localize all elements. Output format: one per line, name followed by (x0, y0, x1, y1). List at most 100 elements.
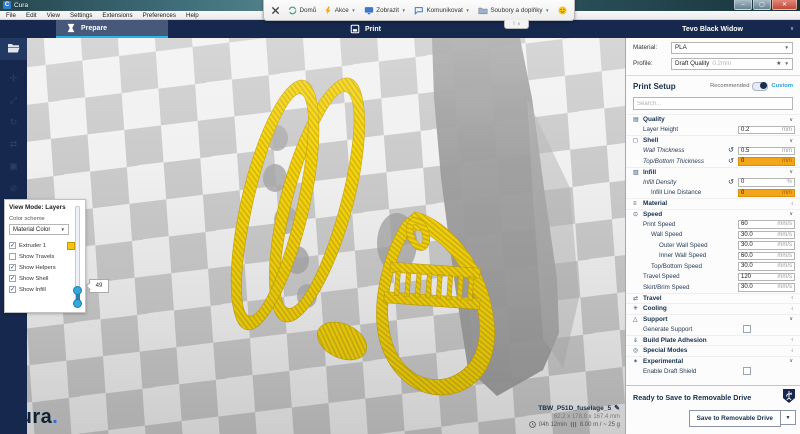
chevron-down-icon: ▼ (545, 8, 549, 13)
chevron-left-icon: ‹ (791, 201, 793, 207)
minimize-button[interactable]: – (734, 0, 752, 10)
setting-row-wall-speed: Wall Speed30.0mm/s (626, 230, 800, 241)
cooling-section-icon: ✳ (633, 305, 643, 312)
reset-to-default-icon[interactable]: ↺ (728, 178, 734, 186)
star-icon[interactable]: ★ (776, 60, 781, 67)
print-setup-header: Print Setup Recommended Custom (633, 79, 793, 93)
setting-row-enable-draft-shield: Enable Draft Shield (626, 366, 800, 377)
print-icon (350, 24, 360, 34)
recommended-label: Recommended (710, 83, 749, 89)
checkbox-enable-draft-shield[interactable] (743, 367, 751, 375)
menu-view[interactable]: View (47, 12, 60, 19)
removable-drive-icon (782, 388, 796, 409)
tab-prepare[interactable]: Prepare (56, 20, 168, 38)
reset-to-default-icon[interactable]: ↺ (728, 157, 734, 165)
setting-row-top-bottom-thickness: Top/Bottom Thickness↺0mm (626, 156, 800, 167)
section-travel[interactable]: ⇄Travel‹ (626, 293, 800, 304)
menu-settings[interactable]: Settings (70, 12, 92, 19)
output-device-dropdown[interactable]: ▼ (781, 410, 796, 425)
mirror-tool[interactable]: ⇄ (0, 133, 27, 155)
input-inner-wall-speed[interactable]: 60.0mm/s (738, 252, 795, 261)
section-shell[interactable]: ◻Shell∨ (626, 135, 800, 146)
remote-toolbar-collapse[interactable]: ⁞⁞∧ (504, 20, 529, 29)
input-print-speed[interactable]: 60mm/s (738, 220, 795, 229)
input-wall-thickness[interactable]: 0.5mm (738, 147, 795, 156)
checkbox-extruder-1[interactable]: ✓ (9, 242, 16, 249)
per-model-settings-tool[interactable]: ▣ (0, 155, 27, 177)
close-button[interactable]: ✕ (772, 0, 797, 10)
section-quality[interactable]: ▤Quality∨ (626, 114, 800, 125)
search-input[interactable] (634, 101, 792, 107)
scale-tool[interactable]: ⤢ (0, 89, 27, 111)
checkbox-show-shell[interactable]: ✓ (9, 275, 16, 282)
section-infill[interactable]: ▨Infill∨ (626, 167, 800, 178)
section-material[interactable]: ≡Material‹ (626, 198, 800, 209)
section-cooling[interactable]: ✳Cooling‹ (626, 303, 800, 314)
viewport-3d[interactable] (27, 38, 625, 434)
input-infill-density[interactable]: 0% (738, 178, 795, 187)
komunikovat-button[interactable]: Komunikovat▼ (414, 6, 470, 15)
color-scheme-select[interactable]: Material Color ▼ (9, 224, 69, 235)
section-special-modes[interactable]: ◎Special Modes‹ (626, 345, 800, 356)
layer-range-slider[interactable] (73, 206, 80, 304)
input-top-bottom-thickness[interactable]: 0mm (738, 157, 795, 166)
special-section-icon: ◎ (633, 347, 643, 354)
open-file-tool[interactable] (0, 38, 27, 60)
input-outer-wall-speed[interactable]: 30.0mm/s (738, 241, 795, 250)
menu-file[interactable]: File (6, 12, 16, 19)
dom-button[interactable]: Domů (288, 6, 316, 15)
chevron-down-icon: ∨ (789, 211, 793, 217)
machine-selector[interactable]: Tevo Black Widow ∨ (625, 20, 800, 38)
move-tool[interactable]: ✛ (0, 67, 27, 89)
section-build-plate-adhesion[interactable]: ⇓Build Plate Adhesion‹ (626, 335, 800, 346)
menu-extensions[interactable]: Extensions (102, 12, 132, 19)
chevron-down-icon: ∨ (789, 117, 793, 123)
menu-preferences[interactable]: Preferences (143, 12, 176, 19)
cura-window: View Mode: Layers Color scheme Material … (0, 0, 800, 434)
menu-help[interactable]: Help (186, 12, 199, 19)
profile-select[interactable]: Draft Quality 0.2mm ★ ▼ (671, 58, 793, 70)
viewoption-show-helpers: ✓Show Helpers (9, 262, 75, 273)
viewoption-show-travels: Show Travels (9, 251, 75, 262)
clock-icon (529, 421, 536, 428)
actions-icon (324, 6, 332, 15)
custom-label[interactable]: Custom (771, 83, 793, 89)
tab-print[interactable]: Print (340, 20, 391, 38)
layer-slider-handle-top[interactable] (73, 286, 82, 295)
zobrazit-button[interactable]: Zobrazit▼ (364, 6, 406, 15)
input-top-bottom-speed[interactable]: 30.0mm/s (738, 262, 795, 271)
checkbox-generate-support[interactable] (743, 325, 751, 333)
rotate-tool[interactable]: ↻ (0, 111, 27, 133)
divider (626, 75, 800, 76)
window-title: Cura (14, 2, 28, 9)
input-skirt-brim-speed[interactable]: 30.0mm/s (738, 283, 795, 292)
setup-mode-toggle[interactable] (752, 82, 768, 91)
soubory-a-dopl-ky-button[interactable]: Soubory a doplňky▼ (478, 6, 550, 15)
save-to-removable-drive-button[interactable]: Save to Removable Drive (689, 410, 781, 427)
reset-to-default-icon[interactable]: ↺ (728, 146, 734, 154)
input-layer-height[interactable]: 0.2mm (738, 126, 795, 135)
input-wall-speed[interactable]: 30.0mm/s (738, 231, 795, 240)
input-infill-line-distance[interactable]: 0mm (738, 189, 795, 198)
akce-button[interactable]: Akce▼ (324, 6, 355, 15)
checkbox-show-helpers[interactable]: ✓ (9, 264, 16, 271)
menu-edit[interactable]: Edit (26, 12, 37, 19)
print-estimates: 04h 12min 8.00 m / ~ 25 g (529, 421, 620, 428)
close-session-button[interactable] (271, 6, 280, 15)
layer-slider-handle-bottom[interactable] (73, 299, 82, 308)
profile-row: Profile: Draft Quality 0.2mm ★ ▼ (633, 57, 793, 70)
material-select[interactable]: PLA ▼ (671, 42, 793, 54)
section-experimental[interactable]: ✶Experimental∨ (626, 356, 800, 367)
chevron-left-icon: ‹ (791, 295, 793, 301)
maximize-button[interactable]: ▢ (753, 0, 771, 10)
input-travel-speed[interactable]: 120mm/s (738, 273, 795, 282)
section-speed[interactable]: ⊙Speed∨ (626, 209, 800, 220)
viewoption-extruder-1: ✓Extruder 1 (9, 240, 75, 251)
checkbox-show-infill[interactable]: ✓ (9, 286, 16, 293)
model-dimensions: 62.2 x 178.8 x 167.4 mm (529, 414, 620, 420)
smiley-button[interactable] (558, 6, 567, 15)
checkbox-show-travels[interactable] (9, 253, 16, 260)
edit-name-icon[interactable]: ✎ (614, 404, 620, 412)
section-support[interactable]: △Support∨ (626, 314, 800, 325)
support-blocker-tool[interactable]: ⊘ (0, 177, 27, 199)
